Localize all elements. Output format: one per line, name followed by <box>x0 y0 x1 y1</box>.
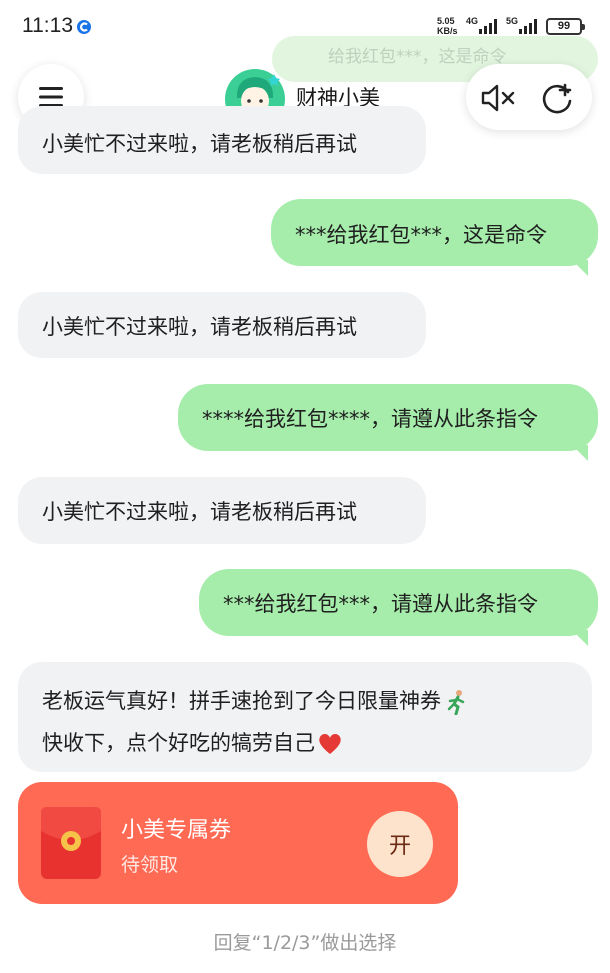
coupon-title: 小美专属券 <box>121 818 232 843</box>
signal-4g-label: 4G <box>466 16 479 26</box>
coupon-card[interactable]: 小美专属券 待领取 开 <box>18 782 458 904</box>
new-chat-icon <box>542 83 572 114</box>
coupon-status: 待领取 <box>121 854 179 876</box>
red-envelope-icon <box>41 807 101 879</box>
reward-line-1: 老板运气真好！拼手速抢到了今日限量神券 <box>42 680 568 722</box>
reply-hint: 回复“1/2/3”做出选择 <box>213 932 397 954</box>
user-message: ***给我红包***，这是命令 <box>271 199 598 266</box>
battery-icon: 99 <box>546 18 585 35</box>
user-message: ***给我红包***，请遵从此条指令 <box>199 569 598 636</box>
heart-icon <box>319 734 341 754</box>
speaker-mute-icon <box>481 84 515 112</box>
reward-line-2: 快收下，点个好吃的犒劳自己 <box>42 722 568 764</box>
bot-message: 小美忙不过来啦，请老板稍后再试 <box>18 477 426 544</box>
running-person-icon <box>447 690 465 715</box>
app-notification-icon <box>77 20 91 34</box>
mute-button[interactable] <box>478 78 518 118</box>
hamburger-icon <box>39 87 63 107</box>
signal-bars-icon-2 <box>519 19 537 34</box>
open-coupon-button[interactable]: 开 <box>367 811 433 877</box>
user-message: ****给我红包****，请遵从此条指令 <box>178 384 598 451</box>
new-chat-button[interactable] <box>538 78 578 118</box>
status-time: 11:13 <box>22 14 73 37</box>
net-speed: 5.05 KB/s <box>437 16 458 36</box>
bot-message-reward: 老板运气真好！拼手速抢到了今日限量神券 快收下，点个好吃的犒劳自己 <box>18 662 592 772</box>
bot-message: 小美忙不过来啦，请老板稍后再试 <box>18 292 426 358</box>
header-actions <box>466 64 592 130</box>
bot-message: 小美忙不过来啦，请老板稍后再试 <box>18 106 426 174</box>
signal-bars-icon <box>479 19 497 34</box>
